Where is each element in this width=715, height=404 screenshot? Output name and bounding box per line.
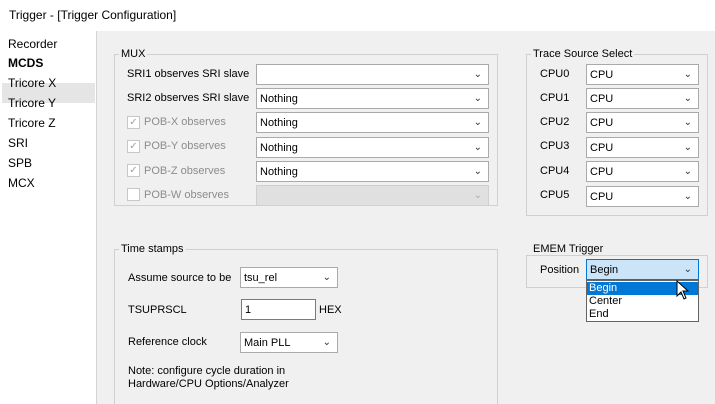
reference-clock-label: Reference clock	[128, 336, 207, 348]
reference-clock-value: Main PLL	[244, 337, 291, 349]
cpu1-value: CPU	[590, 93, 614, 105]
chevron-down-icon: ⌄	[683, 166, 692, 177]
pob-w-select: ⌄	[256, 185, 489, 206]
pob-z-value: Nothing	[260, 166, 298, 178]
cpu3-label: CPU3	[540, 140, 570, 152]
check-icon: ✓	[129, 117, 138, 128]
tsuprscl-label: TSUPRSCL	[128, 304, 187, 316]
pob-x-select[interactable]: Nothing ⌄	[256, 112, 489, 133]
sidebar-item-sri[interactable]: SRI	[8, 134, 28, 152]
sidebar-item-spb[interactable]: SPB	[8, 154, 32, 172]
pob-w-checkbox[interactable]	[127, 188, 140, 201]
tsuprscl-input[interactable]: 1	[241, 299, 316, 320]
cpu4-select[interactable]: CPU ⌄	[586, 161, 699, 182]
chevron-down-icon: ⌄	[683, 69, 692, 80]
pob-y-label: POB-Y observes	[144, 140, 226, 152]
cpu5-select[interactable]: CPU ⌄	[586, 186, 699, 207]
chevron-down-icon: ⌄	[473, 166, 482, 177]
cpu3-value: CPU	[590, 142, 614, 154]
window-title: Trigger - [Trigger Configuration]	[9, 8, 177, 22]
sri2-value: Nothing	[260, 93, 298, 105]
check-icon: ✓	[129, 141, 138, 152]
reference-clock-select[interactable]: Main PLL ⌄	[240, 332, 338, 353]
cpu2-value: CPU	[590, 117, 614, 129]
chevron-down-icon: ⌄	[683, 93, 692, 104]
sri1-select[interactable]: ⌄	[256, 64, 489, 85]
chevron-down-icon: ⌄	[683, 264, 692, 275]
check-icon: ✓	[129, 165, 138, 176]
cpu2-label: CPU2	[540, 116, 570, 128]
chevron-down-icon: ⌄	[683, 117, 692, 128]
cpu3-select[interactable]: CPU ⌄	[586, 137, 699, 158]
mouse-pointer-icon	[676, 280, 690, 300]
pob-x-label: POB-X observes	[144, 116, 226, 128]
cpu4-value: CPU	[590, 166, 614, 178]
sidebar-item-recorder[interactable]: Recorder	[8, 35, 57, 53]
pob-w-label: POB-W observes	[144, 189, 229, 201]
assume-source-select[interactable]: tsu_rel ⌄	[240, 267, 338, 288]
chevron-down-icon: ⌄	[322, 272, 331, 283]
timestamps-title: Time stamps	[119, 243, 186, 255]
cpu5-value: CPU	[590, 191, 614, 203]
trace-source-title: Trace Source Select	[531, 48, 635, 60]
sidebar-item-mcx[interactable]: MCX	[8, 174, 35, 192]
emem-trigger-title: EMEM Trigger	[531, 243, 606, 255]
cpu1-label: CPU1	[540, 92, 570, 104]
chevron-down-icon: ⌄	[473, 93, 482, 104]
pob-y-select[interactable]: Nothing ⌄	[256, 137, 489, 158]
pob-z-select[interactable]: Nothing ⌄	[256, 161, 489, 182]
chevron-down-icon: ⌄	[683, 191, 692, 202]
sidebar-item-tricore-y[interactable]: Tricore Y	[8, 94, 56, 112]
sri2-select[interactable]: Nothing ⌄	[256, 88, 489, 109]
cpu0-label: CPU0	[540, 68, 570, 80]
chevron-down-icon: ⌄	[473, 69, 482, 80]
chevron-down-icon: ⌄	[322, 337, 331, 348]
position-value: Begin	[590, 264, 619, 276]
pob-y-value: Nothing	[260, 142, 298, 154]
note-line-1: Note: configure cycle duration in	[128, 365, 286, 377]
sidebar-item-mcds[interactable]: MCDS	[8, 54, 43, 72]
position-select[interactable]: Begin ⌄	[586, 259, 699, 280]
cpu2-select[interactable]: CPU ⌄	[586, 112, 699, 133]
chevron-down-icon: ⌄	[683, 142, 692, 153]
pob-z-checkbox[interactable]: ✓	[127, 164, 140, 177]
pob-x-checkbox[interactable]: ✓	[127, 116, 140, 129]
sidebar-item-tricore-z[interactable]: Tricore Z	[8, 114, 56, 132]
assume-source-value: tsu_rel	[244, 272, 278, 284]
cpu4-label: CPU4	[540, 165, 570, 177]
mux-group-title: MUX	[119, 48, 148, 60]
sidebar: Recorder MCDS Tricore X Tricore Y Tricor…	[0, 31, 97, 404]
chevron-down-icon: ⌄	[473, 142, 482, 153]
hex-label: HEX	[319, 304, 342, 316]
tsuprscl-value: 1	[245, 304, 252, 316]
chevron-down-icon: ⌄	[473, 117, 482, 128]
sri1-label: SRI1 observes SRI slave	[127, 68, 250, 80]
cpu0-value: CPU	[590, 69, 614, 81]
cpu0-select[interactable]: CPU ⌄	[586, 64, 699, 85]
cpu5-label: CPU5	[540, 189, 570, 201]
pob-x-value: Nothing	[260, 117, 298, 129]
window-titlebar: Trigger - [Trigger Configuration]	[0, 0, 715, 31]
cpu1-select[interactable]: CPU ⌄	[586, 88, 699, 109]
position-label: Position	[540, 264, 580, 276]
sri2-label: SRI2 observes SRI slave	[127, 92, 250, 104]
position-option-end[interactable]: End	[587, 308, 698, 321]
pob-z-label: POB-Z observes	[144, 165, 226, 177]
note-line-2: Hardware/CPU Options/Analyzer	[128, 378, 289, 390]
assume-source-label: Assume source to be	[128, 272, 232, 284]
pob-y-checkbox[interactable]: ✓	[127, 140, 140, 153]
chevron-down-icon: ⌄	[473, 190, 482, 201]
sidebar-item-tricore-x[interactable]: Tricore X	[8, 74, 56, 92]
